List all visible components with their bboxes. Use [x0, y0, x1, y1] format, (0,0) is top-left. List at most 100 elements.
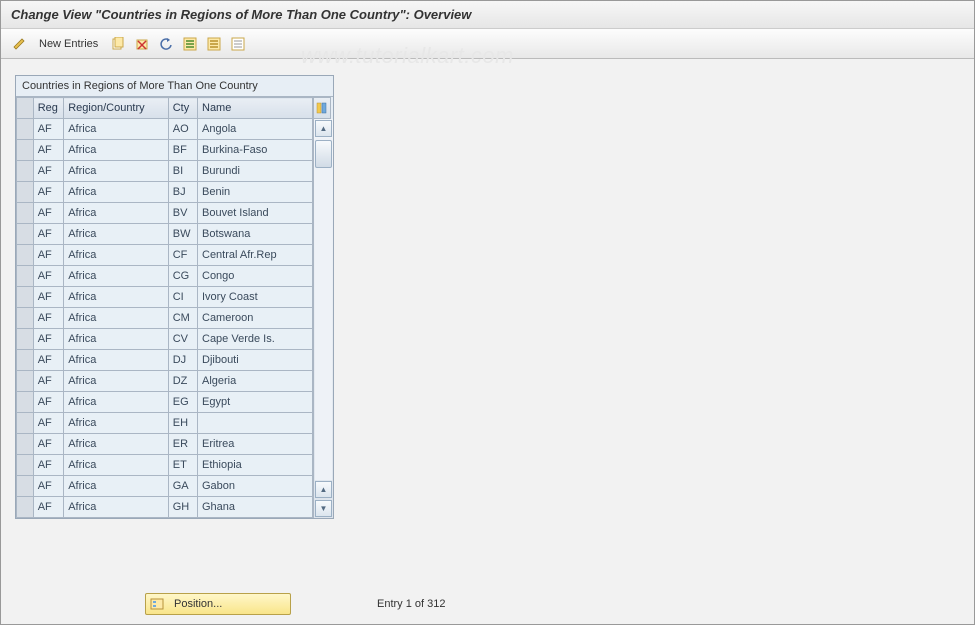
cell-cty[interactable]: ER: [168, 434, 197, 455]
table-row[interactable]: AFAfricaCVCape Verde Is.: [17, 329, 313, 350]
cell-name[interactable]: Cape Verde Is.: [198, 329, 313, 350]
cell-reg[interactable]: AF: [33, 203, 64, 224]
cell-reg[interactable]: AF: [33, 476, 64, 497]
cell-name[interactable]: Algeria: [198, 371, 313, 392]
cell-region[interactable]: Africa: [64, 329, 169, 350]
table-settings-icon[interactable]: [313, 97, 331, 119]
cell-reg[interactable]: AF: [33, 455, 64, 476]
table-row[interactable]: AFAfricaBFBurkina-Faso: [17, 140, 313, 161]
row-selector[interactable]: [17, 371, 34, 392]
row-selector[interactable]: [17, 140, 34, 161]
delete-icon[interactable]: [132, 34, 152, 54]
cell-name[interactable]: Gabon: [198, 476, 313, 497]
select-block-icon[interactable]: [204, 34, 224, 54]
cell-reg[interactable]: AF: [33, 392, 64, 413]
cell-region[interactable]: Africa: [64, 371, 169, 392]
cell-reg[interactable]: AF: [33, 182, 64, 203]
table-row[interactable]: AFAfricaBJBenin: [17, 182, 313, 203]
row-selector[interactable]: [17, 497, 34, 518]
cell-reg[interactable]: AF: [33, 245, 64, 266]
cell-region[interactable]: Africa: [64, 455, 169, 476]
cell-name[interactable]: Congo: [198, 266, 313, 287]
cell-region[interactable]: Africa: [64, 245, 169, 266]
column-header-name[interactable]: Name: [198, 98, 313, 119]
cell-region[interactable]: Africa: [64, 119, 169, 140]
table-row[interactable]: AFAfricaEREritrea: [17, 434, 313, 455]
table-row[interactable]: AFAfricaBVBouvet Island: [17, 203, 313, 224]
table-row[interactable]: AFAfricaBWBotswana: [17, 224, 313, 245]
table-row[interactable]: AFAfricaDZAlgeria: [17, 371, 313, 392]
scroll-down-arrow[interactable]: ▲: [315, 481, 332, 498]
cell-reg[interactable]: AF: [33, 497, 64, 518]
cell-name[interactable]: Bouvet Island: [198, 203, 313, 224]
table-row[interactable]: AFAfricaCIIvory Coast: [17, 287, 313, 308]
cell-cty[interactable]: CF: [168, 245, 197, 266]
cell-reg[interactable]: AF: [33, 161, 64, 182]
cell-region[interactable]: Africa: [64, 497, 169, 518]
cell-reg[interactable]: AF: [33, 329, 64, 350]
scroll-track[interactable]: [315, 138, 332, 480]
cell-cty[interactable]: EG: [168, 392, 197, 413]
row-selector[interactable]: [17, 455, 34, 476]
cell-name[interactable]: Eritrea: [198, 434, 313, 455]
scroll-up-arrow[interactable]: ▲: [315, 120, 332, 137]
table-row[interactable]: AFAfricaCMCameroon: [17, 308, 313, 329]
cell-region[interactable]: Africa: [64, 161, 169, 182]
cell-cty[interactable]: BJ: [168, 182, 197, 203]
cell-reg[interactable]: AF: [33, 371, 64, 392]
cell-name[interactable]: Ethiopia: [198, 455, 313, 476]
cell-region[interactable]: Africa: [64, 266, 169, 287]
copy-icon[interactable]: [108, 34, 128, 54]
row-selector[interactable]: [17, 182, 34, 203]
cell-name[interactable]: Botswana: [198, 224, 313, 245]
cell-reg[interactable]: AF: [33, 287, 64, 308]
new-entries-button[interactable]: New Entries: [39, 38, 98, 50]
cell-cty[interactable]: CV: [168, 329, 197, 350]
cell-cty[interactable]: GA: [168, 476, 197, 497]
row-selector[interactable]: [17, 350, 34, 371]
row-selector[interactable]: [17, 308, 34, 329]
row-selector[interactable]: [17, 245, 34, 266]
table-row[interactable]: AFAfricaCFCentral Afr.Rep: [17, 245, 313, 266]
cell-cty[interactable]: CM: [168, 308, 197, 329]
column-header-selector[interactable]: [17, 98, 34, 119]
cell-reg[interactable]: AF: [33, 350, 64, 371]
cell-reg[interactable]: AF: [33, 308, 64, 329]
cell-region[interactable]: Africa: [64, 413, 169, 434]
cell-cty[interactable]: BF: [168, 140, 197, 161]
table-row[interactable]: AFAfricaEGEgypt: [17, 392, 313, 413]
cell-name[interactable]: Cameroon: [198, 308, 313, 329]
cell-region[interactable]: Africa: [64, 182, 169, 203]
table-row[interactable]: AFAfricaDJDjibouti: [17, 350, 313, 371]
cell-reg[interactable]: AF: [33, 224, 64, 245]
cell-reg[interactable]: AF: [33, 266, 64, 287]
cell-name[interactable]: Benin: [198, 182, 313, 203]
cell-reg[interactable]: AF: [33, 434, 64, 455]
row-selector[interactable]: [17, 434, 34, 455]
cell-region[interactable]: Africa: [64, 476, 169, 497]
cell-region[interactable]: Africa: [64, 203, 169, 224]
row-selector[interactable]: [17, 392, 34, 413]
cell-name[interactable]: Angola: [198, 119, 313, 140]
cell-cty[interactable]: DZ: [168, 371, 197, 392]
table-row[interactable]: AFAfricaAOAngola: [17, 119, 313, 140]
cell-cty[interactable]: BW: [168, 224, 197, 245]
cell-name[interactable]: Burkina-Faso: [198, 140, 313, 161]
table-row[interactable]: AFAfricaETEthiopia: [17, 455, 313, 476]
cell-region[interactable]: Africa: [64, 308, 169, 329]
scroll-bottom-arrow[interactable]: ▼: [315, 500, 332, 517]
cell-cty[interactable]: CI: [168, 287, 197, 308]
cell-reg[interactable]: AF: [33, 140, 64, 161]
cell-reg[interactable]: AF: [33, 413, 64, 434]
cell-cty[interactable]: CG: [168, 266, 197, 287]
table-row[interactable]: AFAfricaEH: [17, 413, 313, 434]
table-row[interactable]: AFAfricaGAGabon: [17, 476, 313, 497]
cell-region[interactable]: Africa: [64, 434, 169, 455]
cell-name[interactable]: Central Afr.Rep: [198, 245, 313, 266]
row-selector[interactable]: [17, 329, 34, 350]
cell-name[interactable]: Egypt: [198, 392, 313, 413]
column-header-region[interactable]: Region/Country: [64, 98, 169, 119]
cell-region[interactable]: Africa: [64, 140, 169, 161]
cell-cty[interactable]: BI: [168, 161, 197, 182]
position-button[interactable]: Position...: [145, 593, 291, 615]
